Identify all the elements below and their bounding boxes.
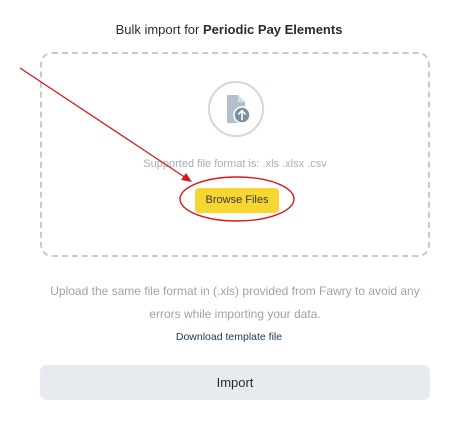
page-title: Bulk import for Periodic Pay Elements bbox=[0, 22, 458, 37]
upload-note: Upload the same file format in (.xls) pr… bbox=[50, 284, 420, 321]
title-bold: Periodic Pay Elements bbox=[202, 22, 343, 37]
supported-formats-text: Supported file format is: .xls .xlsx .cs… bbox=[143, 158, 327, 170]
browse-files-button[interactable]: Browse Files bbox=[195, 188, 279, 213]
download-template-link[interactable]: Download template file bbox=[0, 331, 458, 343]
import-button[interactable]: Import bbox=[40, 365, 430, 400]
file-upload-icon bbox=[208, 81, 264, 137]
title-prefix: Bulk import for bbox=[115, 22, 203, 37]
file-dropzone[interactable]: Supported file format is: .xls .xlsx .cs… bbox=[40, 52, 430, 257]
